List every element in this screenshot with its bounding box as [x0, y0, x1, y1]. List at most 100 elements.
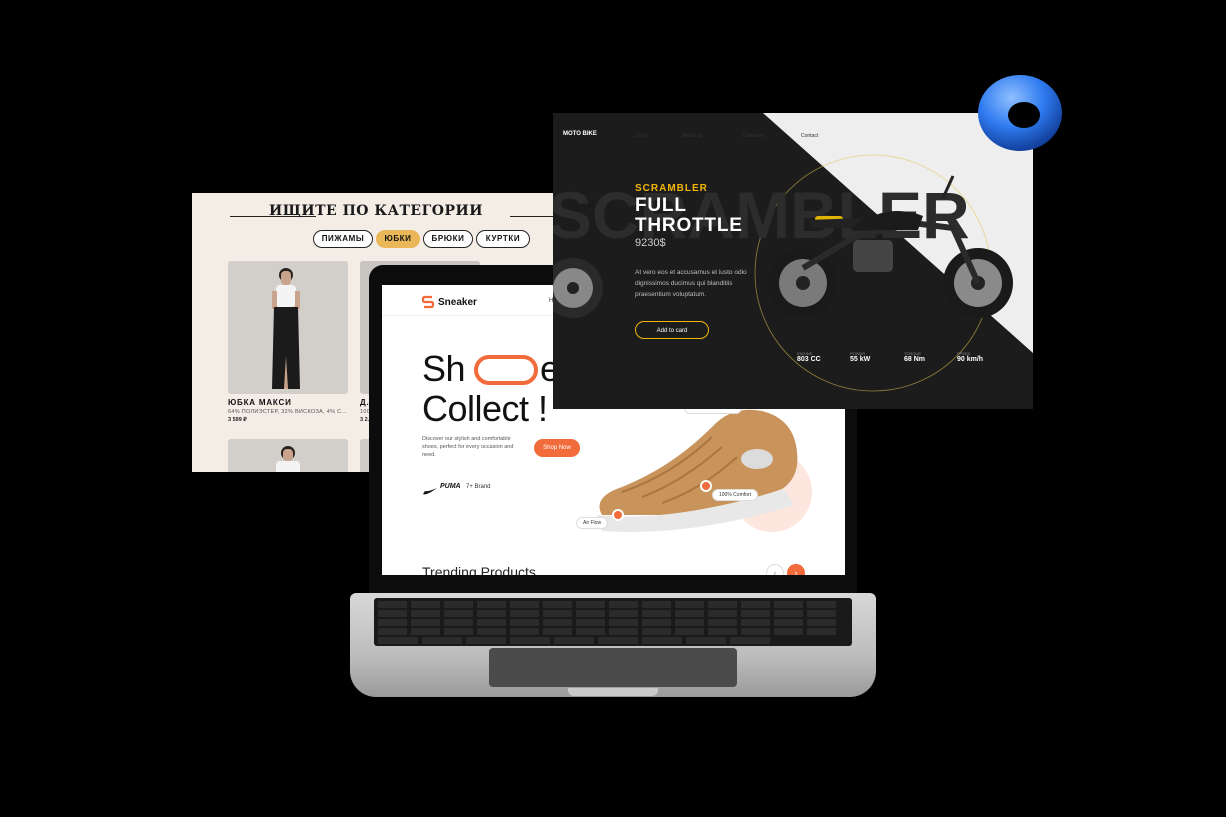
- spec-value: 803 CC: [797, 356, 821, 363]
- spec-speed: SPEED 90 km/h: [957, 351, 983, 363]
- hero-title-line2: Collect !: [422, 388, 548, 429]
- keyboard-key: [609, 628, 638, 635]
- laptop-keyboard: [374, 598, 852, 646]
- laptop-notch: [568, 688, 658, 696]
- keyboard-key: [444, 610, 473, 617]
- keyboard-key: [609, 610, 638, 617]
- category-header: ИЩИТЕ ПО КАТЕГОРИИ: [192, 203, 560, 229]
- hotspot-dot[interactable]: [700, 480, 712, 492]
- puma-logo: PUMA: [440, 483, 461, 490]
- category-pill-skirts[interactable]: ЮБКИ: [376, 230, 420, 248]
- keyboard-key: [378, 637, 418, 644]
- keyboard-key: [774, 601, 803, 608]
- keyboard-key: [543, 619, 572, 626]
- keyboard-key: [675, 601, 704, 608]
- product-price: 3 599 ₽: [228, 417, 247, 423]
- keyboard-key: [422, 637, 462, 644]
- torus-decoration-icon: [978, 75, 1062, 151]
- nav-link-about[interactable]: About us: [683, 133, 703, 139]
- keyboard-key: [642, 610, 671, 617]
- motorcycle-image: [553, 175, 1013, 318]
- keyboard-key: [642, 637, 682, 644]
- keyboard-key: [741, 628, 770, 635]
- keyboard-key: [576, 619, 605, 626]
- spec-engine: ENGINE 803 CC: [797, 351, 821, 363]
- keyboard-key: [411, 601, 440, 608]
- keyboard-key: [609, 619, 638, 626]
- keyboard-key: [741, 610, 770, 617]
- keyboard-key: [686, 637, 726, 644]
- keyboard-key: [642, 601, 671, 608]
- keyboard-key: [510, 628, 539, 635]
- keyboard-key: [807, 601, 836, 608]
- spec-value: 68 Nm: [904, 356, 926, 363]
- keyboard-key: [444, 619, 473, 626]
- moto-brand-logo[interactable]: MOTO BIKE: [563, 131, 597, 137]
- keyboard-key: [510, 637, 550, 644]
- hero-title-part1: Sh: [422, 348, 466, 389]
- brand-count: 7+ Brand: [466, 484, 491, 490]
- product-description: 64% ПОЛИЭСТЕР, 32% ВИСКОЗА, 4% С...: [228, 409, 347, 415]
- keyboard-key: [576, 628, 605, 635]
- keyboard-key: [675, 628, 704, 635]
- keyboard-key: [774, 610, 803, 617]
- arrow-right-icon[interactable]: ›: [787, 564, 805, 575]
- keyboard-key: [609, 601, 638, 608]
- hotspot-dot[interactable]: [612, 509, 624, 521]
- keyboard-key: [730, 637, 770, 644]
- keyboard-key: [741, 619, 770, 626]
- keyboard-key: [708, 628, 737, 635]
- spec-value: 55 kW: [850, 356, 871, 363]
- keyboard-key: [576, 601, 605, 608]
- keyboard-key: [598, 637, 638, 644]
- keyboard-key: [444, 601, 473, 608]
- nav-link-shop[interactable]: Shop: [635, 133, 647, 139]
- keyboard-key: [543, 610, 572, 617]
- keyboard-key: [708, 619, 737, 626]
- spec-power: POWER 55 kW: [850, 351, 870, 363]
- spec-value: 90 km/h: [957, 356, 984, 363]
- keyboard-key: [444, 628, 473, 635]
- keyboard-key: [466, 637, 506, 644]
- keyboard-key: [576, 610, 605, 617]
- keyboard-key: [510, 601, 539, 608]
- nav-link-company[interactable]: Company: [743, 133, 764, 139]
- arrow-left-icon[interactable]: ‹: [766, 564, 784, 575]
- sneaker-logo-icon[interactable]: [422, 295, 434, 309]
- keyboard-key: [741, 601, 770, 608]
- keyboard-key: [642, 628, 671, 635]
- category-pill-jackets[interactable]: КУРТКИ: [476, 230, 530, 248]
- keyboard-key: [477, 619, 506, 626]
- keyboard-key: [708, 610, 737, 617]
- keyboard-key: [675, 619, 704, 626]
- product-image[interactable]: [228, 261, 348, 394]
- keyboard-key: [543, 628, 572, 635]
- brand-logo-text[interactable]: Sneaker: [438, 297, 477, 308]
- hero-description: Discover our stylish and comfortable sho…: [422, 436, 514, 458]
- keyboard-key: [554, 637, 594, 644]
- keyboard-key: [774, 628, 803, 635]
- keyboard-key: [708, 601, 737, 608]
- keyboard-key: [411, 628, 440, 635]
- nav-link-contact[interactable]: Contact: [801, 133, 818, 139]
- keyboard-key: [543, 601, 572, 608]
- keyboard-key: [807, 628, 836, 635]
- keyboard-key: [378, 628, 407, 635]
- feature-tag-airflow: Air Flow: [576, 517, 609, 529]
- keyboard-key: [807, 619, 836, 626]
- keyboard-key: [411, 619, 440, 626]
- keyboard-key: [807, 610, 836, 617]
- product-name[interactable]: ЮБКА МАКСИ: [228, 398, 292, 407]
- moto-bike-card: SCRAMBLER MOTO BIKE Shop About us Compan…: [553, 113, 1033, 409]
- keyboard-key: [378, 619, 407, 626]
- category-pill-pajamas[interactable]: ПИЖАМЫ: [313, 230, 373, 248]
- laptop-trackpad: [489, 648, 737, 687]
- trending-heading: Trending Products: [422, 564, 536, 575]
- product-image[interactable]: [228, 439, 348, 472]
- keyboard-key: [675, 610, 704, 617]
- category-title: ИЩИТЕ ПО КАТЕГОРИИ: [269, 203, 483, 219]
- category-pill-trousers[interactable]: БРЮКИ: [423, 230, 473, 248]
- keyboard-key: [477, 601, 506, 608]
- keyboard-key: [378, 601, 407, 608]
- keyboard-key: [510, 619, 539, 626]
